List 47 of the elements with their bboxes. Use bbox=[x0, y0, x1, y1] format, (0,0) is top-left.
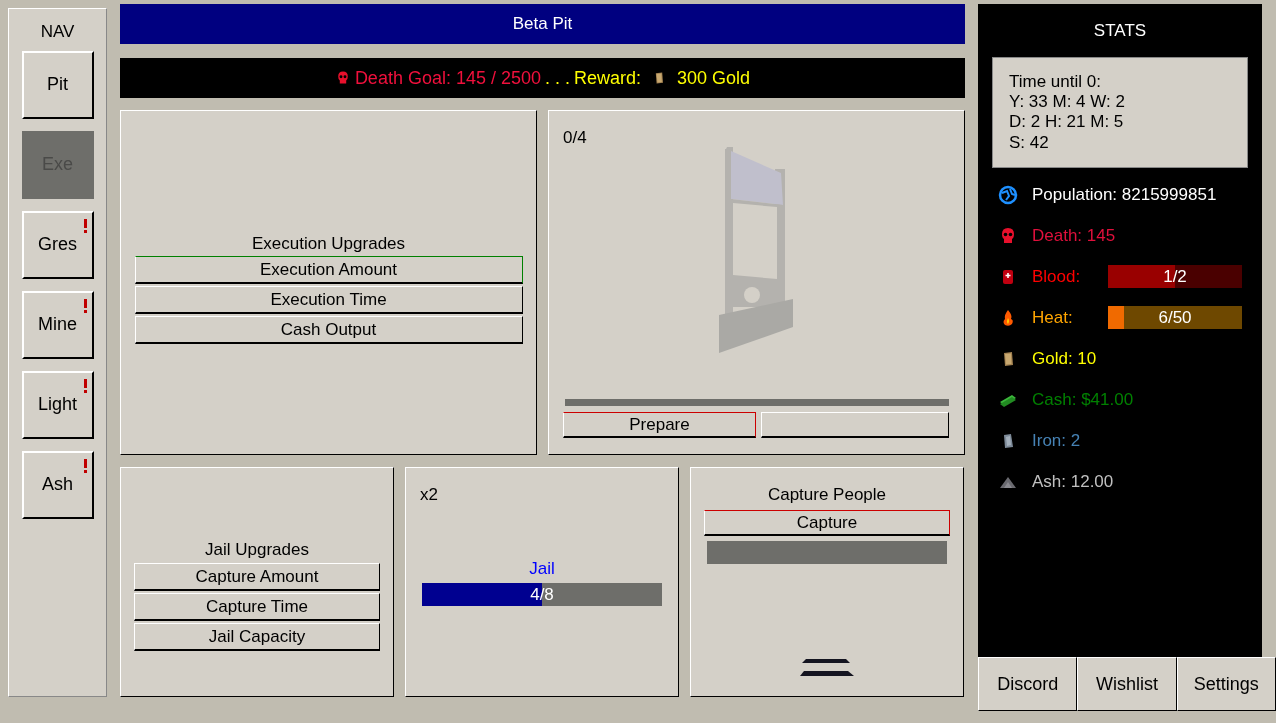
prepare-button[interactable]: Prepare bbox=[563, 412, 756, 438]
stat-bar-reading: 1/2 bbox=[1163, 268, 1187, 286]
capture-title: Capture People bbox=[767, 484, 887, 506]
timer-line: D: 2 H: 21 M: 5 bbox=[1009, 112, 1125, 133]
nav-button[interactable]: Mine bbox=[21, 290, 94, 359]
upgrades-title: Execution Upgrades bbox=[251, 232, 406, 255]
stat-label: Iron: 2 bbox=[1032, 429, 1081, 452]
upgrade-button[interactable]: Jail Capacity bbox=[134, 622, 380, 651]
separator-text: . . . bbox=[545, 66, 571, 90]
stat-label: Heat: bbox=[1032, 306, 1073, 329]
stat-label: Gold: 10 bbox=[1032, 347, 1097, 370]
stat-bar-reading: 6/50 bbox=[1158, 309, 1192, 327]
death-goal-text: Death Goal: 145 / 2500 bbox=[354, 66, 541, 90]
upgrade-button[interactable]: Execution Time bbox=[134, 286, 523, 315]
nav-button[interactable]: Gres bbox=[21, 210, 94, 279]
stat-label: Death: 145 bbox=[1032, 224, 1116, 247]
multiplier-label: x2 bbox=[420, 484, 439, 506]
footer-button[interactable]: Settings bbox=[1176, 657, 1276, 711]
nav-button[interactable]: Light bbox=[21, 370, 94, 439]
stat-label: Ash: 12.00 bbox=[1032, 470, 1114, 493]
execution-counter: 0/4 bbox=[563, 127, 588, 149]
jail-count: 4/8 bbox=[530, 586, 554, 603]
stats-title: STATS bbox=[1093, 20, 1147, 42]
stat-label: Cash: $41.00 bbox=[1032, 388, 1134, 411]
timer-line: Time until 0: bbox=[1009, 71, 1102, 92]
blank-button[interactable] bbox=[761, 412, 949, 438]
footer-button[interactable]: Discord bbox=[978, 657, 1078, 711]
upgrade-button[interactable]: Capture Time bbox=[134, 592, 380, 621]
jail-title: Jail bbox=[528, 557, 556, 580]
nav-button[interactable]: Ash bbox=[21, 450, 94, 519]
stat-label: Blood: bbox=[1032, 265, 1081, 288]
stat-label: Population: 8215999851 bbox=[1032, 183, 1217, 206]
upgrade-button[interactable]: Execution Amount bbox=[134, 256, 523, 285]
upgrades-title: Jail Upgrades bbox=[205, 539, 309, 562]
reward-value: 300 Gold bbox=[677, 66, 751, 90]
reward-label: Reward: bbox=[574, 66, 642, 90]
upgrade-button[interactable]: Capture Amount bbox=[134, 562, 380, 591]
timer-line: Y: 33 M: 4 W: 2 bbox=[1009, 91, 1126, 113]
capture-button[interactable]: Capture bbox=[704, 509, 950, 536]
upgrade-button[interactable]: Cash Output bbox=[134, 316, 523, 345]
footer-button[interactable]: Wishlist bbox=[1077, 657, 1177, 711]
globe-icon bbox=[998, 184, 1018, 205]
nav-button[interactable]: Pit bbox=[21, 50, 94, 119]
page-title-bar: Beta Pit bbox=[120, 4, 965, 44]
nav-title: NAV bbox=[40, 21, 75, 43]
timer-line: S: 42 bbox=[1009, 132, 1050, 154]
stacked-bars-icon bbox=[800, 659, 854, 676]
